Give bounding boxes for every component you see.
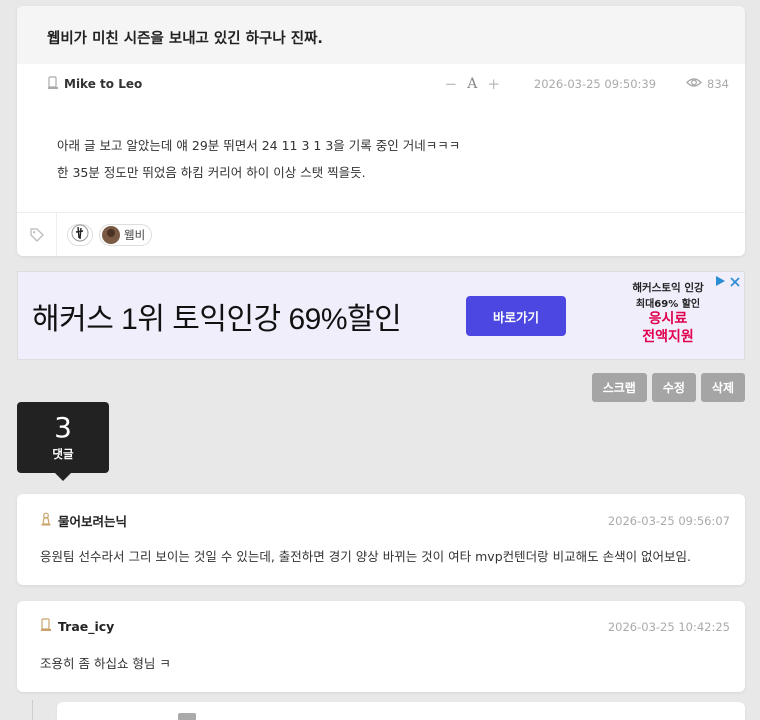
comment-item: Trae_icy 2026-03-25 10:42:25 조용히 좀 하십쇼 형… <box>17 601 745 692</box>
ad-promo-line: 최대69% 할인 <box>635 299 701 310</box>
player-avatar-icon <box>102 225 120 244</box>
comment-item: 물어보려는닉 2026-03-25 09:56:07 응원팀 선수라서 그리 보… <box>17 494 745 585</box>
comment-author-name: Trae_icy <box>58 619 115 634</box>
ad-promo-line: 해커스토익 인강 <box>632 282 704 294</box>
post-date: 2026-03-25 09:50:39 <box>533 77 657 91</box>
comment-count-label: 댓글 <box>52 447 74 461</box>
view-count-value: 834 <box>707 77 729 91</box>
post-meta: Mike to Leo − A + 2026-03-25 09:50:39 83… <box>47 74 729 94</box>
ad-promo-line: 응시료 <box>648 311 688 327</box>
font-size-control: − A + <box>445 75 500 93</box>
scrap-button[interactable]: 스크랩 <box>591 373 647 402</box>
user-level-icon <box>40 618 52 635</box>
post-tags-bar: 웸비 <box>17 212 745 256</box>
user-level-icon <box>40 512 52 529</box>
ad-choices-icon <box>715 275 726 290</box>
tag-icon <box>17 213 57 256</box>
font-reset-button[interactable]: A <box>467 76 477 92</box>
font-decrease-button[interactable]: − <box>445 75 458 93</box>
ad-fine-print <box>618 348 718 354</box>
comment-body: 응원팀 선수라서 그리 보이는 것일 수 있는데, 출전하면 경기 양상 바뀌는… <box>40 549 692 564</box>
post-body-line: 한 35분 정도만 뛰었음 하킴 커리어 하이 이상 스탯 찍을듯. <box>57 165 366 180</box>
comment-count-badge: 3 댓글 <box>17 402 109 481</box>
post-author-name: Mike to Leo <box>64 77 143 91</box>
post-actions: 스크랩 수정 삭제 <box>591 373 745 402</box>
eye-icon <box>686 77 702 91</box>
view-count: 834 <box>686 77 729 91</box>
post-body: 아래 글 보고 알았는데 얘 29분 뛰면서 24 11 3 1 3을 기록 중… <box>57 132 725 186</box>
reply-connector <box>32 700 33 720</box>
ad-cta-button[interactable]: 바로가기 <box>466 296 566 336</box>
comment-date: 2026-03-25 10:42:25 <box>607 619 730 634</box>
post-author[interactable]: Mike to Leo <box>47 75 143 93</box>
tag-team[interactable] <box>67 223 93 246</box>
ad-banner[interactable]: 해커스 1위 토익인강 69%할인 바로가기 해커스토익 인강 최대69% 할인… <box>17 271 745 360</box>
ad-promo-line: 전액지원 <box>642 329 694 345</box>
ad-promo: 해커스토익 인강 최대69% 할인 응시료 전액지원 <box>618 280 718 354</box>
comment-date: 2026-03-25 09:56:07 <box>607 513 730 528</box>
user-level-icon <box>47 75 59 93</box>
post-title: 웹비가 미친 시즌을 보내고 있긴 하구나 진짜. <box>17 6 745 64</box>
ad-close-icon[interactable] <box>730 276 740 290</box>
comment-body: 조용히 좀 하십쇼 형님 ㅋ <box>40 656 171 671</box>
tag-player[interactable]: 웸비 <box>99 223 153 246</box>
ad-headline: 해커스 1위 토익인강 69%할인 <box>32 303 402 336</box>
reply-level-badge <box>178 713 196 720</box>
comment-author[interactable]: Trae_icy <box>40 618 114 635</box>
reply-item <box>57 702 745 720</box>
edit-button[interactable]: 수정 <box>651 373 696 402</box>
comment-author-name: 물어보려는닉 <box>58 514 128 529</box>
font-increase-button[interactable]: + <box>487 75 500 93</box>
delete-button[interactable]: 삭제 <box>700 373 745 402</box>
comment-count-number: 3 <box>54 411 72 444</box>
tag-player-label: 웸비 <box>124 227 146 242</box>
comment-author[interactable]: 물어보려는닉 <box>40 511 127 530</box>
ad-choices[interactable] <box>715 275 740 290</box>
spurs-logo-icon <box>71 224 89 245</box>
post-card: 웹비가 미친 시즌을 보내고 있긴 하구나 진짜. Mike to Leo − … <box>17 6 745 256</box>
post-body-line: 아래 글 보고 알았는데 얘 29분 뛰면서 24 11 3 1 3을 기록 중… <box>57 138 461 153</box>
